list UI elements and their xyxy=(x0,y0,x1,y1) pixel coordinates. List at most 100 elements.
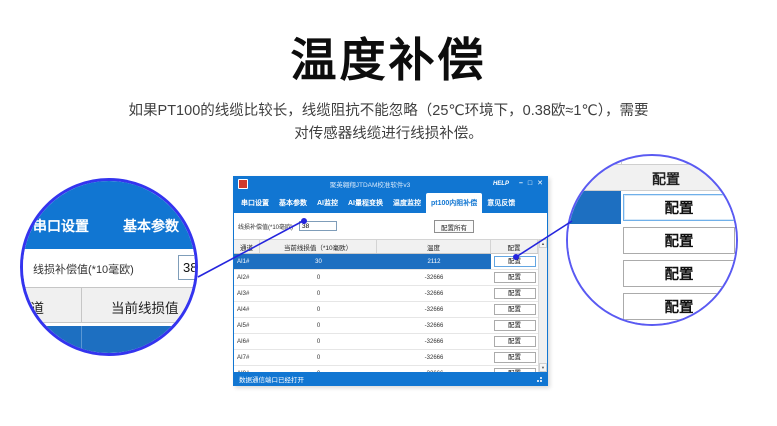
table-row[interactable]: AI1#302112配置 xyxy=(234,254,538,270)
header-line-loss: 当前线损值（*10毫欧） xyxy=(260,240,377,253)
lc-tab-basic: 基本参数 xyxy=(123,216,179,236)
page: 温度补偿 如果PT100的线缆比较长，线缆阻抗不能忽略（25℃环境下，0.38欧… xyxy=(0,0,777,426)
window-title: 聚英翱翔JTDAM校准软件v3 xyxy=(252,179,488,189)
help-menu[interactable]: HELP xyxy=(493,181,509,187)
line-loss-cell: 0 xyxy=(260,286,377,301)
left-magnifier-callout: 串口设置 基本参数 线损补偿值(*10毫欧) 38 通道 当前线损值 xyxy=(20,178,198,356)
rc-config-button[interactable]: 配置 xyxy=(623,293,735,320)
config-cell: 配置 xyxy=(491,254,538,269)
config-all-button[interactable]: 配置所有 xyxy=(434,220,474,233)
table-body: AI1#302112配置AI2#0-32666配置AI3#0-32666配置AI… xyxy=(234,254,538,372)
temperature-cell: 2112 xyxy=(377,254,491,269)
channel-cell: AI1# xyxy=(234,254,260,269)
temperature-cell: -32666 xyxy=(377,334,491,349)
header-config: 配置 xyxy=(491,240,538,253)
table-row[interactable]: AI5#0-32666配置 xyxy=(234,318,538,334)
row-config-button[interactable]: 配置 xyxy=(494,256,536,267)
scroll-up-icon[interactable]: ▲ xyxy=(539,239,547,248)
lc-header-line-loss: 当前线损值 xyxy=(111,297,179,317)
right-magnifier-callout: 配置 配置 配置 配置 配置 xyxy=(566,154,738,326)
header-temperature: 温度 xyxy=(377,240,491,253)
table-row[interactable]: AI7#0-32666配置 xyxy=(234,350,538,366)
header-channel: 通道 xyxy=(234,240,260,253)
config-cell: 配置 xyxy=(491,334,538,349)
config-cell: 配置 xyxy=(491,270,538,285)
app-logo-icon xyxy=(238,179,248,189)
table-row[interactable]: AI3#0-32666配置 xyxy=(234,286,538,302)
minimize-button[interactable]: – xyxy=(519,177,523,190)
temperature-cell: -32666 xyxy=(377,350,491,365)
line-loss-cell: 0 xyxy=(260,350,377,365)
tab-意见反馈[interactable]: 意见反馈 xyxy=(482,193,520,213)
maximize-button[interactable]: □ xyxy=(528,177,532,190)
tab-温度监控[interactable]: 温度监控 xyxy=(388,193,426,213)
line-loss-cell: 0 xyxy=(260,302,377,317)
tab-串口设置[interactable]: 串口设置 xyxy=(236,193,274,213)
channel-table: 通道 当前线损值（*10毫欧） 温度 配置 AI1#302112配置AI2#0-… xyxy=(234,239,547,372)
row-config-button[interactable]: 配置 xyxy=(494,288,536,299)
lc-compensation-input: 38 xyxy=(178,255,198,280)
close-button[interactable]: ✕ xyxy=(537,177,543,190)
temperature-cell: -32666 xyxy=(377,286,491,301)
title-bar: 聚英翱翔JTDAM校准软件v3 HELP – □ ✕ xyxy=(234,177,547,190)
compensation-form-row: 线损补偿值(*10毫欧) 配置所有 xyxy=(234,213,547,239)
rc-config-button[interactable]: 配置 xyxy=(623,227,735,254)
rc-header-config: 配置 xyxy=(652,169,680,189)
table-row[interactable]: AI6#0-32666配置 xyxy=(234,334,538,350)
table-header-row: 通道 当前线损值（*10毫欧） 温度 配置 xyxy=(234,239,538,254)
compensation-input[interactable] xyxy=(299,221,337,231)
scroll-down-icon[interactable]: ▼ xyxy=(539,363,547,372)
channel-cell: AI7# xyxy=(234,350,260,365)
compensation-label: 线损补偿值(*10毫欧) xyxy=(238,222,293,231)
row-config-button[interactable]: 配置 xyxy=(494,352,536,363)
config-cell: 配置 xyxy=(491,286,538,301)
table-row[interactable]: AI2#0-32666配置 xyxy=(234,270,538,286)
temperature-cell: -32666 xyxy=(377,302,491,317)
lc-form-band: 线损补偿值(*10毫欧) 38 xyxy=(20,249,198,287)
resize-grip-icon[interactable] xyxy=(535,375,542,382)
tab-bar: 串口设置基本参数AI监控AI量程变换温度监控pt100内阻补偿意见反馈 xyxy=(234,190,547,213)
description-line-1: 如果PT100的线缆比较长，线缆阻抗不能忽略（25℃环境下，0.38欧≈1℃），… xyxy=(0,100,777,123)
rc-config-button[interactable]: 配置 xyxy=(623,260,735,287)
lc-table-header-band: 通道 当前线损值 xyxy=(20,287,198,323)
line-loss-cell: 0 xyxy=(260,334,377,349)
page-title: 温度补偿 xyxy=(0,24,777,90)
channel-cell: AI2# xyxy=(234,270,260,285)
channel-cell: AI6# xyxy=(234,334,260,349)
window-body: 线损补偿值(*10毫欧) 配置所有 通道 当前线损值（*10毫欧） 温度 配置 … xyxy=(234,213,547,372)
temperature-cell: -32666 xyxy=(377,270,491,285)
tab-AI量程变换[interactable]: AI量程变换 xyxy=(343,193,388,213)
lc-column-divider xyxy=(81,288,82,322)
row-config-button[interactable]: 配置 xyxy=(494,320,536,331)
lc-selected-row-band xyxy=(20,326,198,356)
config-cell: 配置 xyxy=(491,318,538,333)
tab-AI监控[interactable]: AI监控 xyxy=(312,193,343,213)
rc-selected-highlight xyxy=(566,191,621,224)
channel-cell: AI5# xyxy=(234,318,260,333)
rc-row: 配置 xyxy=(566,290,738,326)
config-cell: 配置 xyxy=(491,302,538,317)
rc-row: 配置 xyxy=(566,257,738,291)
description-line-2: 对传感器线缆进行线损补偿。 xyxy=(0,123,777,146)
line-loss-cell: 0 xyxy=(260,318,377,333)
rc-selected-row: 配置 xyxy=(566,191,738,225)
lc-tab-band: 串口设置 基本参数 xyxy=(20,178,198,249)
table-row[interactable]: AI4#0-32666配置 xyxy=(234,302,538,318)
lc-tab-serial: 串口设置 xyxy=(33,216,89,236)
vertical-scrollbar[interactable]: ▲ ▼ xyxy=(538,239,547,372)
app-window: 聚英翱翔JTDAM校准软件v3 HELP – □ ✕ 串口设置基本参数AI监控A… xyxy=(233,176,548,386)
lc-form-label: 线损补偿值(*10毫欧) xyxy=(33,261,134,277)
line-loss-cell: 30 xyxy=(260,254,377,269)
rc-row: 配置 xyxy=(566,224,738,258)
row-config-button[interactable]: 配置 xyxy=(494,272,536,283)
rc-config-button[interactable]: 配置 xyxy=(623,194,735,221)
row-config-button[interactable]: 配置 xyxy=(494,336,536,347)
channel-cell: AI4# xyxy=(234,302,260,317)
tab-pt100内阻补偿[interactable]: pt100内阻补偿 xyxy=(426,193,482,213)
rc-header-band: 配置 xyxy=(566,164,738,191)
tab-基本参数[interactable]: 基本参数 xyxy=(274,193,312,213)
lc-column-divider xyxy=(81,326,82,356)
status-text: 数据通信端口已经打开 xyxy=(239,374,535,384)
line-loss-cell: 0 xyxy=(260,270,377,285)
row-config-button[interactable]: 配置 xyxy=(494,304,536,315)
